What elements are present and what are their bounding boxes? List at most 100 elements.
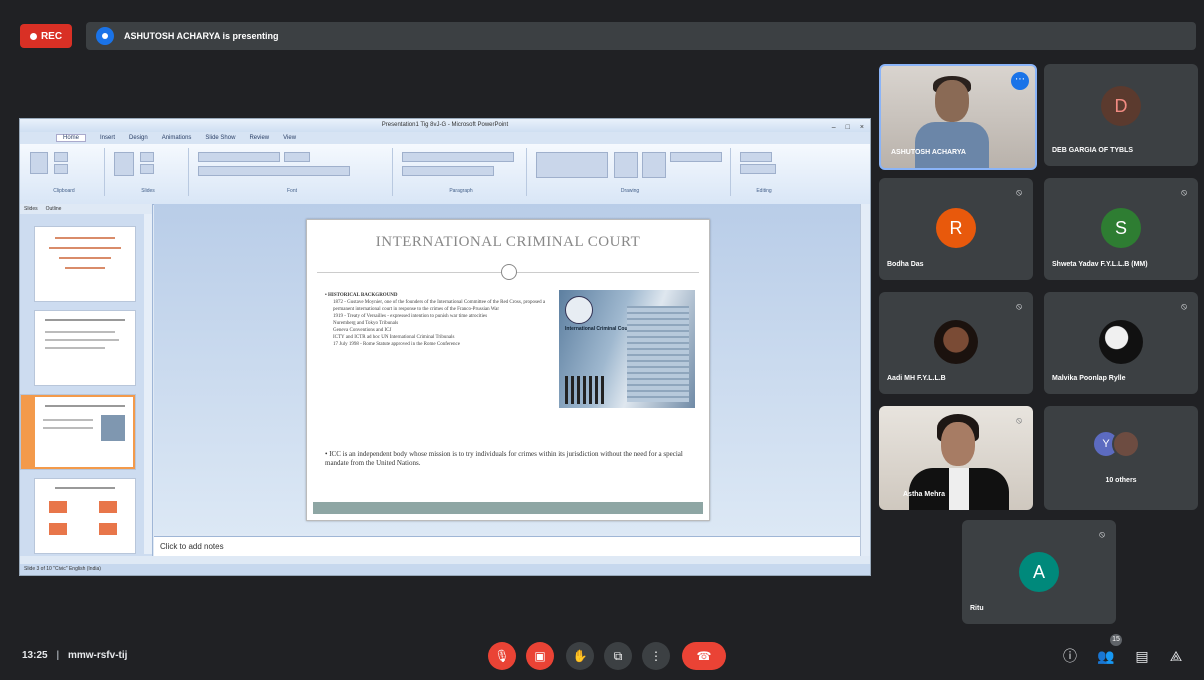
ppt-status-bar: Slide 3 of 10 "Civic" English (India) <box>20 564 870 575</box>
chat-button[interactable]: ▤ <box>1132 646 1152 666</box>
participant-tile[interactable]: ⦸ A Ritu <box>962 520 1116 624</box>
minimize-icon: – <box>831 124 836 131</box>
slide-bullet: Nuremberg and Tokyo Tribunals <box>333 321 399 326</box>
shape-fill-icon <box>670 152 722 162</box>
presenter-avatar-icon <box>96 27 114 45</box>
participant-video-face <box>935 80 969 122</box>
record-dot-icon <box>29 32 37 40</box>
people-count-badge: 15 <box>1110 634 1122 646</box>
thumb-line <box>43 427 93 429</box>
mic-off-icon: ⦸ <box>1016 187 1022 197</box>
arrange-icon <box>614 152 638 178</box>
thumb-image <box>101 415 125 441</box>
ppt-tab-insert: Insert <box>100 135 116 141</box>
more-options-icon[interactable]: ⋯ <box>1011 72 1029 90</box>
participant-tile-presenter[interactable]: ⋯ ASHUTOSH ACHARYA <box>879 64 1037 170</box>
time: 13:25 <box>22 650 48 661</box>
mic-toggle-button[interactable]: 🎙 <box>488 642 516 670</box>
slides-pane: Slides Outline <box>20 204 153 556</box>
thumb-line <box>49 247 121 249</box>
leave-call-button[interactable]: ☎ <box>682 642 726 670</box>
slide-bullet: Geneva Conventions and ICJ <box>333 328 392 333</box>
font-name-box <box>198 152 280 162</box>
font-size-box <box>284 152 310 162</box>
quick-styles-icon <box>642 152 666 178</box>
shared-screen: Presentation1 Tig 8vJ-G - Microsoft Powe… <box>19 118 871 576</box>
mic-off-icon: ⦸ <box>1181 301 1187 311</box>
participant-tile[interactable]: ⦸ S Shweta Yadav F.Y.L.L.B (MM) <box>1044 178 1198 280</box>
participant-name: ASHUTOSH ACHARYA <box>891 149 966 156</box>
ppt-tab-animations: Animations <box>161 135 192 141</box>
others-count: 10 others <box>1105 477 1137 484</box>
thumb-line <box>45 347 105 349</box>
ppt-tab-design: Design <box>129 135 148 141</box>
thumb-box <box>49 501 67 513</box>
others-tile[interactable]: Y 10 others <box>1044 406 1198 510</box>
participant-name: Malvika Poonlap Rylle <box>1052 375 1126 382</box>
thumb-line <box>45 331 115 333</box>
thumb-line <box>45 319 125 321</box>
participant-name: Shweta Yadav F.Y.L.L.B (MM) <box>1052 261 1148 268</box>
ribbon-group-label: Slides <box>141 188 155 194</box>
meeting-info-button[interactable]: ⓘ <box>1060 646 1080 666</box>
ppt-tab-slideshow: Slide Show <box>205 135 236 141</box>
slide-thumbnail <box>34 310 136 386</box>
participant-tile[interactable]: D DEB GARGIA OF TYBLS <box>1044 64 1198 166</box>
thumb-box <box>99 501 117 513</box>
align-icons <box>402 166 494 176</box>
participant-name: Ritu <box>970 605 984 612</box>
avatar: D <box>1101 86 1141 126</box>
others-avatar-stack: Y <box>1092 430 1140 458</box>
ribbon-group-label: Editing <box>756 188 772 194</box>
camera-toggle-button[interactable]: ▣ <box>526 642 554 670</box>
slides-pane-scrollbar <box>144 214 152 554</box>
activities-button[interactable]: ⟁ <box>1166 646 1186 666</box>
more-options-button[interactable]: ⋮ <box>642 642 670 670</box>
slide-footer-band <box>313 502 703 514</box>
thumb-line <box>55 487 115 489</box>
slide: INTERNATIONAL CRIMINAL COURT • HISTORICA… <box>306 219 710 521</box>
participant-video-face <box>941 422 975 466</box>
ribbon-group-editing: Editing <box>734 148 794 196</box>
thumb-line <box>55 237 115 239</box>
present-screen-icon: ⧉ <box>613 648 623 663</box>
avatar: R <box>936 208 976 248</box>
ribbon-group-label: Clipboard <box>53 188 75 194</box>
ribbon-group-label: Paragraph <box>449 188 473 194</box>
close-icon: × <box>859 124 864 131</box>
copy-icon <box>54 164 68 174</box>
slide-title-ornament <box>501 264 517 280</box>
camera-off-icon: ▣ <box>534 649 546 663</box>
ppt-ribbon: Clipboard Slides Font Paragraph Drawing <box>20 144 870 205</box>
raise-hand-button[interactable]: ✋ <box>566 642 594 670</box>
list-icons <box>402 152 514 162</box>
ppt-tab-home: Home <box>56 134 87 142</box>
present-button[interactable]: ⧉ <box>604 642 632 670</box>
mic-off-icon: 🎙 <box>494 649 510 663</box>
separator: | <box>56 650 60 661</box>
slide-paragraph-text: ICC is an independent body whose mission… <box>325 450 683 467</box>
ribbon-group-label: Font <box>286 188 297 194</box>
participant-tile[interactable]: ⦸ R Bodha Das <box>879 178 1033 280</box>
ribbon-group-clipboard: Clipboard <box>24 148 105 196</box>
more-vert-icon: ⋮ <box>650 649 662 663</box>
participant-tile[interactable]: ⦸ Malvika Poonlap Rylle <box>1044 292 1198 394</box>
thumb-line <box>59 257 111 259</box>
slide-paragraph: • ICC is an independent body whose missi… <box>325 450 683 467</box>
thumb-line <box>65 267 105 269</box>
ppt-window-title: Presentation1 Tig 8vJ-G - Microsoft Powe… <box>381 122 509 128</box>
ppt-tab-view: View <box>283 135 297 141</box>
ribbon-group-label: Drawing <box>620 188 640 194</box>
avatar-photo <box>1112 430 1140 458</box>
rec-label: REC <box>40 30 63 42</box>
people-button[interactable]: 👥 <box>1096 646 1116 666</box>
photo-caption: International Criminal Court <box>565 326 632 332</box>
slides-pane-tabs: Slides Outline <box>20 204 152 214</box>
participant-tile[interactable]: ⦸ Astha Mehra <box>879 406 1033 510</box>
new-slide-icon <box>114 152 134 176</box>
participant-tile[interactable]: ⦸ Aadi MH F.Y.L.L.B <box>879 292 1033 394</box>
participant-name: Aadi MH F.Y.L.L.B <box>887 375 946 382</box>
slide-thumbnail-selected <box>20 394 136 470</box>
ppt-titlebar: Presentation1 Tig 8vJ-G - Microsoft Powe… <box>20 119 870 132</box>
thumb-box <box>49 523 67 535</box>
